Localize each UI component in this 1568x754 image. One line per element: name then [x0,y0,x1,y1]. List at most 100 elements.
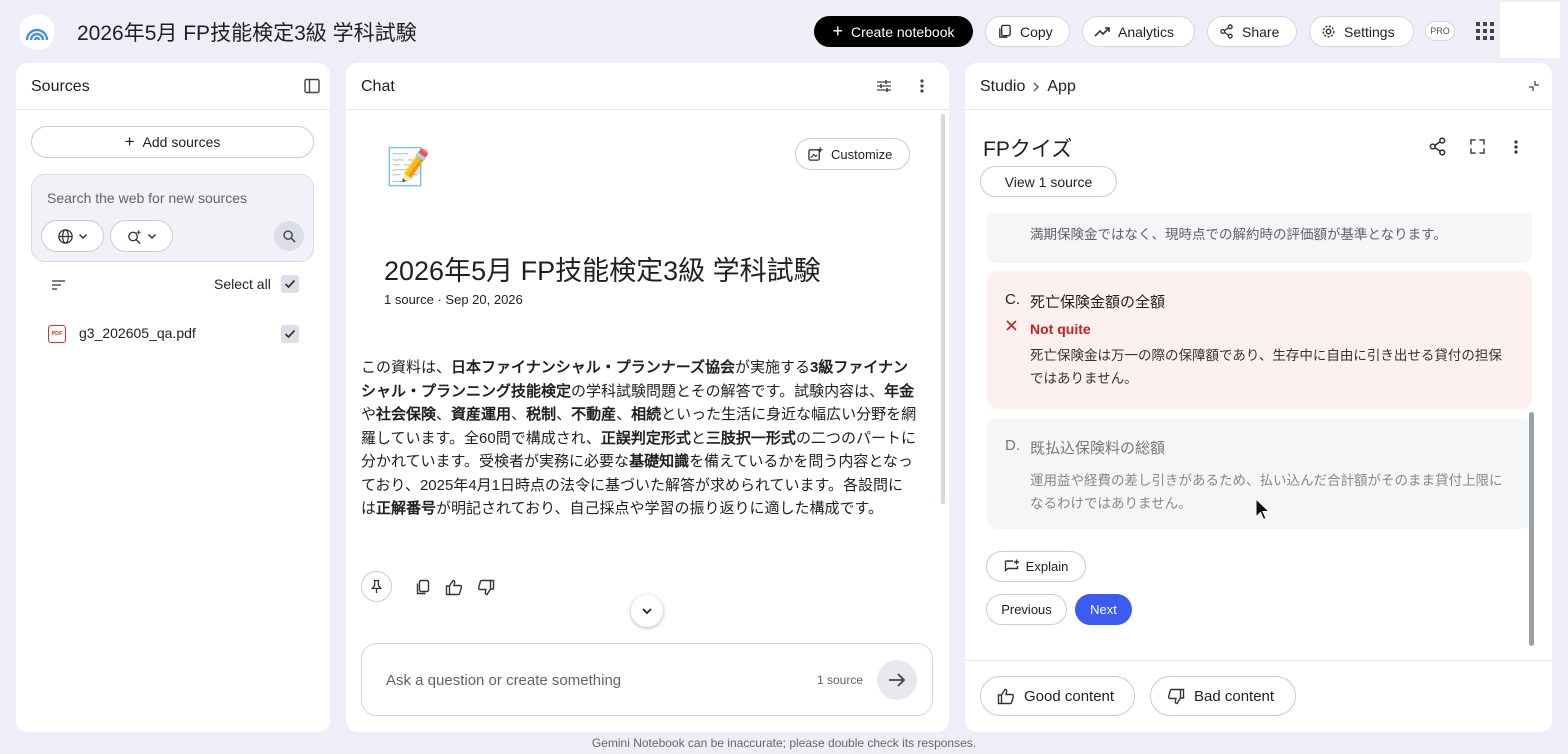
search-icon [282,229,296,243]
app-logo[interactable] [19,14,55,50]
create-notebook-label: Create notebook [850,23,955,40]
share-icon [1220,24,1233,39]
explain-label: Explain [1025,559,1069,574]
summary-keyword: 税制 [526,406,557,423]
gear-icon [1322,25,1335,38]
account-avatar[interactable] [1500,2,1560,58]
customize-button[interactable]: Customize [795,138,910,170]
web-search-input[interactable]: Search the web for new sources [47,190,247,206]
select-all-checkbox[interactable] [281,275,299,293]
share-icon[interactable] [1428,137,1447,156]
summary-keyword: 正誤判定形式 [600,429,691,447]
studio-scrollbar[interactable] [1529,412,1534,646]
sort-filter-icon[interactable] [51,279,66,291]
summary-text: 、 [556,406,572,423]
quiz-option-c[interactable]: C. 死亡保険金額の全額 Not quite 死亡保険金は万一の際の保障額であり… [987,271,1532,409]
more-vert-icon[interactable] [1513,139,1519,155]
chat-scrollbar[interactable] [941,114,945,504]
customize-label: Customize [831,146,893,162]
chat-input[interactable]: Ask a question or create something [386,672,621,689]
summary-text: が実施する [734,359,810,376]
summary-text: と [690,429,706,447]
fullscreen-icon[interactable] [1470,139,1485,154]
check-icon [284,329,296,339]
thumbs-up-icon [445,579,463,595]
summary-keyword: 正解番号 [376,500,437,517]
thumbs-up-button[interactable] [445,572,463,602]
chevron-down-icon [78,233,87,240]
bad-content-label: Bad content [1194,687,1275,705]
collapse-panel-icon[interactable] [304,78,320,94]
explain-button[interactable]: Explain [986,551,1086,582]
send-button[interactable] [877,660,917,700]
select-all-row: Select all [16,273,330,297]
chat-input-box: Ask a question or create something 1 sou… [361,643,933,716]
good-content-label: Good content [1024,687,1115,705]
sources-header: Sources [16,63,330,110]
quiz-option-b[interactable]: 満期保険金ではなく、現時点での解約時の評価額が基準となります。 [987,213,1532,263]
chat-notebook-meta: 1 source · Sep 20, 2026 [384,292,523,307]
studio-divider [965,660,1552,661]
chat-settings-icon[interactable] [876,78,892,94]
create-notebook-button[interactable]: + Create notebook [814,16,973,47]
share-button[interactable]: Share [1207,16,1297,47]
more-vert-icon[interactable] [919,78,925,94]
mouse-cursor-icon [1255,498,1271,522]
breadcrumb-app: App [1047,78,1076,95]
copy-icon [999,24,1011,38]
pdf-file-icon: PDF [48,325,66,343]
search-scope-dropdown[interactable] [41,220,104,252]
summary-text: が明記されており、自己採点や学習の振り返りに適した構成です。 [436,500,884,517]
notebook-summary: この資料は、日本ファイナンシャル・プランナーズ協会が実施する3級ファイナンシャル… [361,356,917,521]
quiz-options: 満期保険金ではなく、現時点での解約時の評価額が基準となります。 C. 死亡保険金… [965,213,1553,653]
breadcrumb: Studio App [980,78,1076,96]
previous-button[interactable]: Previous [986,594,1067,625]
view-source-button[interactable]: View 1 source [980,166,1117,197]
next-button[interactable]: Next [1075,594,1132,625]
notebook-emoji: 📝 [386,146,431,187]
collapse-icon[interactable] [1528,80,1540,92]
source-item-name: g3_202605_qa.pdf [79,325,196,341]
summary-text: や [361,406,377,423]
close-icon [1006,320,1017,331]
summary-keyword: 三肢択一形式 [705,429,796,447]
thumbs-up-icon [997,688,1015,704]
scroll-down-button[interactable] [631,595,663,627]
verdict-label: Not quite [1030,321,1091,337]
notebook-title[interactable]: 2026年5月 FP技能検定3級 学科試験 [77,17,417,47]
pro-badge: PRO [1425,21,1455,41]
copy-label: Copy [1020,23,1053,40]
plus-icon: + [832,20,843,41]
apps-grid-icon[interactable] [1476,22,1494,40]
arrow-right-icon [889,673,906,687]
source-checkbox[interactable] [281,325,299,343]
summary-text: この資料は、 [361,359,452,376]
chat-notebook-title: 2026年5月 FP技能検定3級 学科試験 [384,256,821,286]
add-sources-button[interactable]: + Add sources [31,126,314,158]
studio-panel: Studio App FPクイズ View 1 source 満期保険金ではなく… [965,63,1552,732]
bad-content-button[interactable]: Bad content [1150,676,1296,716]
search-submit-button[interactable] [274,221,304,251]
research-mode-dropdown[interactable] [110,220,173,252]
option-c-text: 死亡保険金額の全額 [1030,294,1166,311]
summary-keyword: 社会保険 [376,406,437,423]
thumbs-down-icon [477,579,495,595]
logo-arcs-icon [25,28,49,41]
option-c-letter: C. [1005,291,1020,308]
copy-icon [416,579,430,595]
summary-text: の学科試験問題とその解答です。試験内容は、 [571,382,885,400]
summary-keyword: 相続 [631,406,662,423]
source-item[interactable]: PDF g3_202605_qa.pdf [16,321,330,347]
analytics-label: Analytics [1118,23,1175,40]
copy-response-button[interactable] [415,572,431,602]
analytics-button[interactable]: Analytics [1082,16,1195,47]
thumbs-down-button[interactable] [477,572,495,602]
copy-button[interactable]: Copy [985,16,1070,47]
breadcrumb-studio[interactable]: Studio [980,78,1025,96]
pin-button[interactable] [361,571,392,602]
settings-button[interactable]: Settings [1309,16,1414,47]
option-d-letter: D. [1005,437,1020,454]
good-content-button[interactable]: Good content [980,676,1135,716]
web-search-box: Search the web for new sources [31,174,314,262]
chevron-right-icon [1033,82,1040,92]
